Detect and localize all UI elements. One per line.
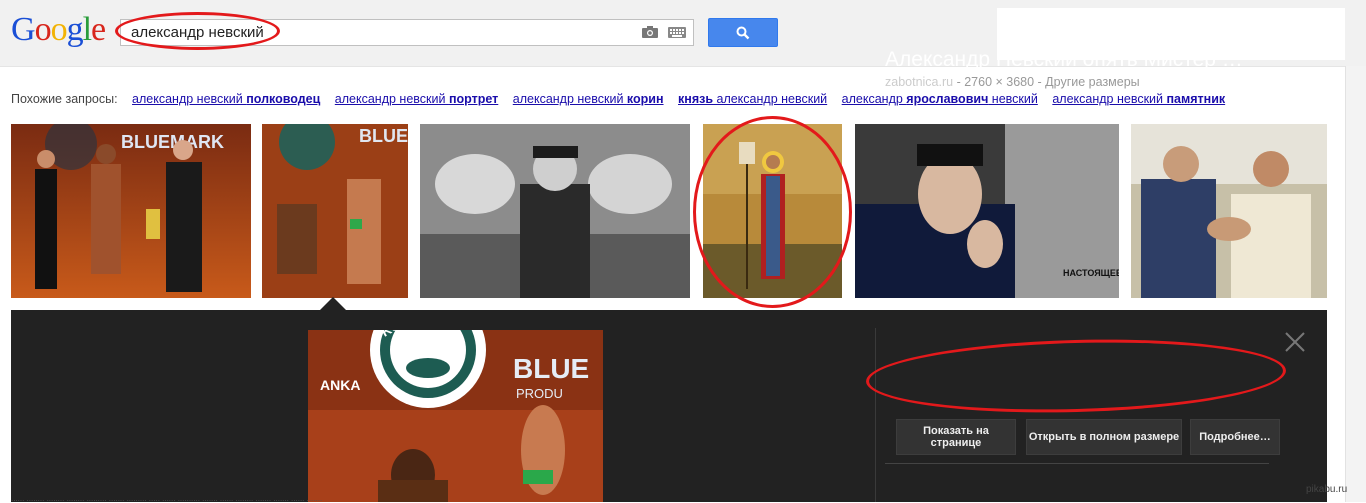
scrollbar[interactable]: [1345, 66, 1366, 502]
preview-title[interactable]: Александр Невский опять Мистер …: [885, 48, 1243, 72]
thumbnail-image[interactable]: [703, 124, 842, 298]
search-input[interactable]: александр невский: [120, 19, 694, 46]
google-logo[interactable]: Google: [11, 11, 106, 48]
search-query: александр невский: [131, 24, 264, 41]
related-link-pamyatnik[interactable]: александр невский памятник: [1052, 92, 1225, 106]
thumbnail-image[interactable]: BLUEMARK: [11, 124, 251, 298]
logo-letter: g: [66, 11, 84, 48]
brand-subtext: PRODU: [516, 386, 563, 401]
thumbnail-image[interactable]: [1131, 124, 1327, 298]
show-on-page-button[interactable]: Показать на странице: [896, 419, 1016, 455]
keyboard-icon[interactable]: [668, 27, 686, 38]
thumbnail-image[interactable]: НАСТОЯЩЕЕ КИНО: [855, 124, 1119, 298]
logo-letter: e: [91, 11, 106, 48]
selection-pointer: [320, 297, 346, 310]
brand-text: BLUEMARK: [121, 132, 224, 152]
logo-letter: o: [50, 11, 68, 48]
preview-panel: KUPELE BRUSNO ANKA BLUE PRODU: [11, 310, 1327, 502]
related-link-portret[interactable]: александр невский портрет: [335, 92, 498, 106]
magnifier-icon: [736, 26, 750, 40]
close-icon[interactable]: [1284, 331, 1306, 353]
related-link-yaroslavovich[interactable]: александр ярославович невский: [842, 92, 1038, 106]
thumbnail-image[interactable]: BLUE: [262, 124, 408, 298]
related-label: Похожие запросы:: [11, 92, 118, 106]
brand-text: BLUE: [513, 353, 589, 384]
search-button[interactable]: [708, 18, 778, 47]
preview-image[interactable]: KUPELE BRUSNO ANKA BLUE PRODU: [308, 330, 603, 502]
logo-letter: G: [11, 11, 36, 48]
camera-icon[interactable]: [641, 25, 659, 39]
more-details-button[interactable]: Подробнее…: [1190, 419, 1280, 455]
related-searches: Похожие запросы: александр невский полко…: [11, 92, 1236, 106]
related-link-korin[interactable]: александр невский корин: [513, 92, 664, 106]
logo-letter: l: [82, 11, 93, 48]
thumbnail-image[interactable]: [420, 124, 690, 298]
logo-letter: o: [34, 11, 52, 48]
panel-separator: [885, 463, 1269, 464]
preview-meta: zabotnica.ru - 2760 × 3680 - Другие разм…: [885, 75, 1140, 89]
panel-divider: [875, 328, 876, 502]
brand-text: BLUE: [359, 126, 408, 146]
caption-text: НАСТОЯЩЕЕ КИНО: [1063, 268, 1119, 278]
anka-text: ANKA: [320, 377, 360, 393]
open-full-size-button[interactable]: Открыть в полном размере: [1026, 419, 1182, 455]
preview-site[interactable]: zabotnica.ru: [885, 75, 953, 89]
preview-size: - 2760 × 3680 - Другие размеры: [953, 75, 1140, 89]
related-link-polkovodets[interactable]: александр невский полководец: [132, 92, 320, 106]
related-link-knyaz[interactable]: князь александр невский: [678, 92, 827, 106]
watermark: pikabu.ru: [1306, 484, 1348, 495]
